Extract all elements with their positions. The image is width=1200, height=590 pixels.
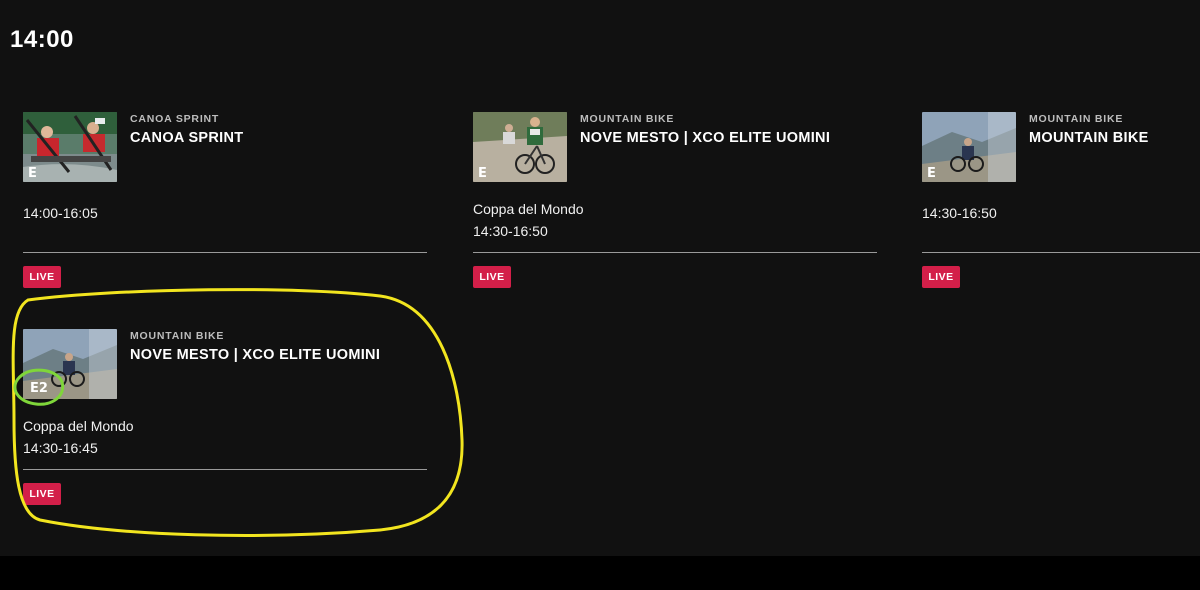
program-card[interactable]: E MOUNTAIN BIKE NOVE MESTO | XCO ELITE U… [473, 112, 877, 312]
program-title[interactable]: NOVE MESTO | XCO ELITE UOMINI [580, 130, 830, 146]
live-badge: LIVE [23, 483, 61, 505]
program-subtitle: Coppa del Mondo [23, 418, 134, 434]
program-times: 14:00-16:05 [23, 205, 98, 221]
card-divider [922, 252, 1200, 253]
card-divider [23, 469, 427, 470]
program-card[interactable]: E2 MOUNTAIN BIKE NOVE MESTO | XCO ELITE … [23, 329, 427, 529]
program-subtitle: Coppa del Mondo [473, 201, 584, 217]
program-title[interactable]: CANOA SPRINT [130, 130, 243, 146]
channel-logo-icon: E [478, 166, 487, 181]
live-badge: LIVE [23, 266, 61, 288]
program-card[interactable]: E MOUNTAIN BIKE MOUNTAIN BIKE 14:30-16:5… [922, 112, 1200, 312]
schedule-panel: 14:00 E CANOA SPRINT CANOA SPRINT 14:00-… [0, 0, 1200, 556]
program-times: 14:30-16:50 [473, 223, 548, 239]
program-times: 14:30-16:50 [922, 205, 997, 221]
card-divider [23, 252, 427, 253]
card-divider [473, 252, 877, 253]
program-title[interactable]: MOUNTAIN BIKE [1029, 130, 1149, 146]
mountain-bike-trail-thumbnail[interactable]: E2 [23, 329, 117, 399]
program-category: MOUNTAIN BIKE [580, 113, 675, 125]
program-category: MOUNTAIN BIKE [1029, 113, 1124, 125]
program-times: 14:30-16:45 [23, 440, 98, 456]
channel-logo-icon: E2 [30, 381, 48, 396]
mountain-bike-race-thumbnail[interactable]: E [473, 112, 567, 182]
mountain-bike-trail-thumbnail[interactable]: E [922, 112, 1016, 182]
time-slot-heading: 14:00 [10, 26, 74, 53]
program-category: MOUNTAIN BIKE [130, 330, 225, 342]
program-title[interactable]: NOVE MESTO | XCO ELITE UOMINI [130, 347, 380, 363]
live-badge: LIVE [922, 266, 960, 288]
program-card[interactable]: E CANOA SPRINT CANOA SPRINT 14:00-16:05 … [23, 112, 427, 312]
channel-logo-icon: E [28, 166, 37, 181]
program-category: CANOA SPRINT [130, 113, 220, 125]
channel-logo-icon: E [927, 166, 936, 181]
live-badge: LIVE [473, 266, 511, 288]
canoe-sprint-thumbnail[interactable]: E [23, 112, 117, 182]
